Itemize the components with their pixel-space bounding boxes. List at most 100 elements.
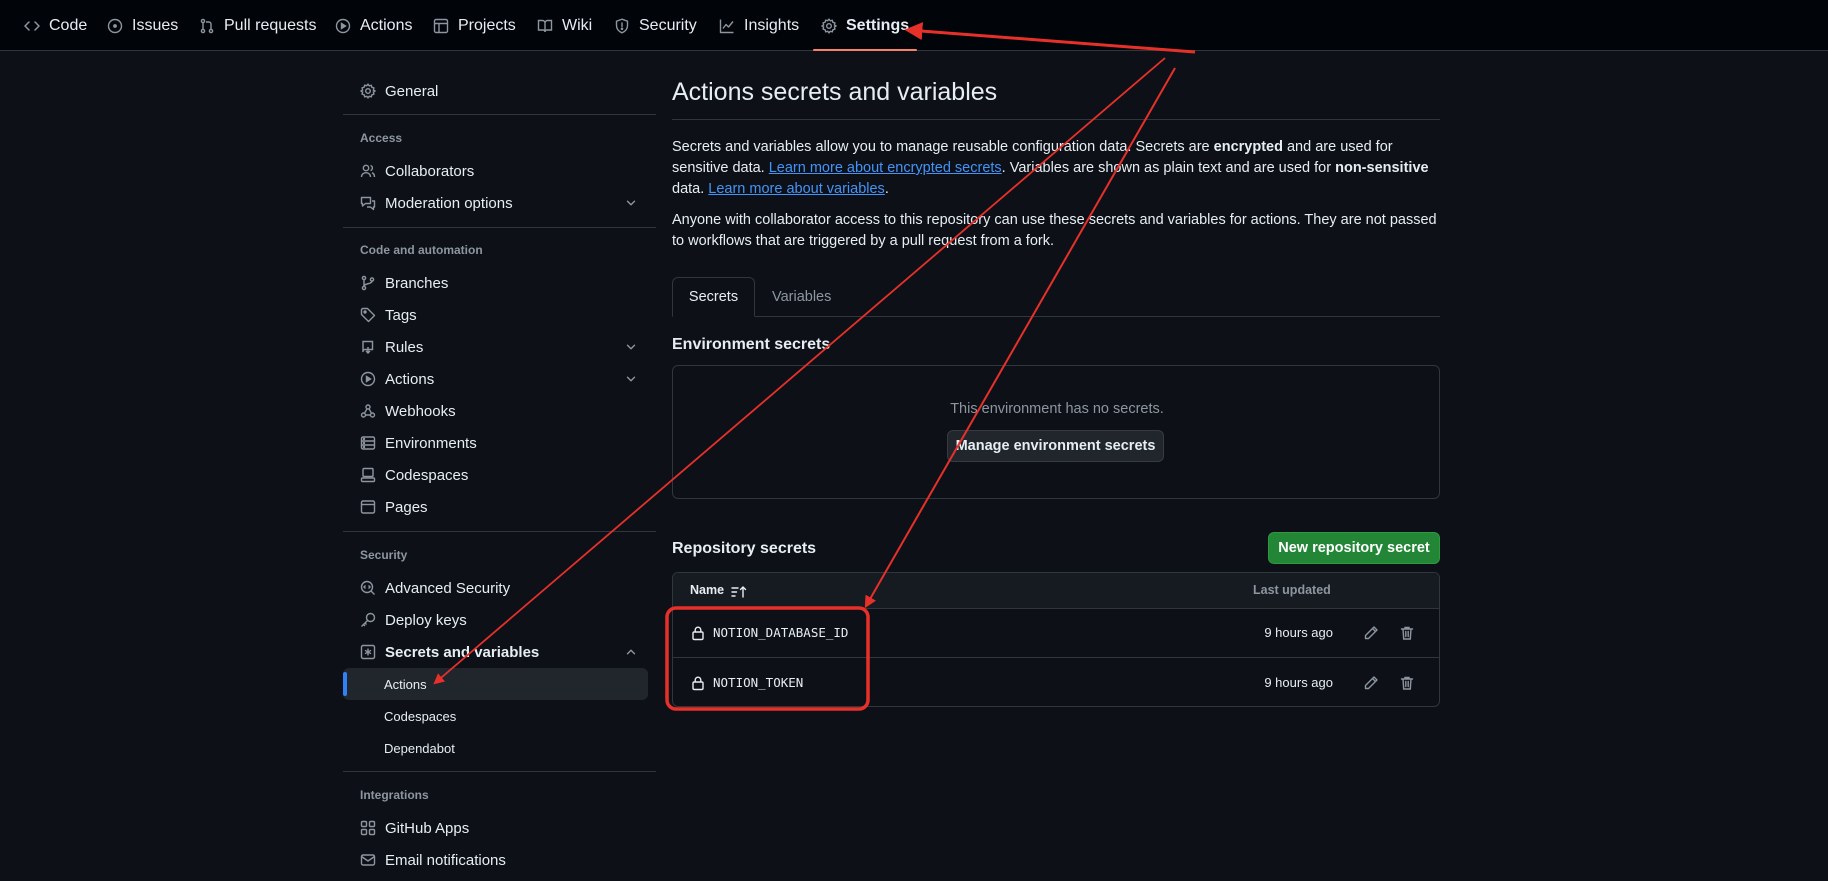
sidebar-item-label: Codespaces: [385, 466, 469, 484]
secret-updated: 9 hours ago: [1264, 625, 1333, 640]
learn-variables-link[interactable]: Learn more about variables: [708, 181, 885, 197]
sidebar-subitem-codespaces[interactable]: Codespaces: [343, 700, 648, 732]
new-repository-secret-button[interactable]: New repository secret: [1268, 532, 1440, 564]
code-icon: [24, 20, 40, 31]
tab-pull-requests[interactable]: Pull requests: [199, 0, 317, 51]
codescan-icon: [360, 580, 375, 595]
tab-projects[interactable]: Projects: [433, 0, 516, 51]
git-branch-icon: [361, 275, 375, 291]
sidebar-item-collaborators[interactable]: Collaborators: [343, 155, 648, 187]
sidebar-subitem-dependabot[interactable]: Dependabot: [343, 732, 648, 764]
sidebar-item-label: Rules: [385, 338, 424, 356]
sidebar-divider: [343, 531, 656, 532]
tab-issues[interactable]: Issues: [107, 0, 178, 51]
trash-icon[interactable]: [1399, 625, 1415, 641]
secret-name: NOTION_DATABASE_ID: [713, 625, 849, 640]
key-icon: [361, 612, 376, 627]
sidebar-heading-integrations: Integrations: [360, 788, 429, 802]
sidebar-item-tags[interactable]: Tags: [343, 299, 648, 331]
graph-icon: [719, 19, 734, 33]
sidebar-heading-security: Security: [360, 548, 408, 562]
sidebar-item-github-apps[interactable]: GitHub Apps: [343, 812, 648, 844]
tab-actions[interactable]: Actions: [335, 0, 412, 51]
tab-code[interactable]: Code: [24, 0, 87, 51]
sidebar-item-pages[interactable]: Pages: [343, 491, 648, 523]
manage-environment-secrets-button[interactable]: Manage environment secrets: [947, 430, 1164, 462]
sidebar-item-branches[interactable]: Branches: [343, 267, 648, 299]
empty-state-text: This environment has no secrets.: [950, 401, 1164, 417]
issue-opened-icon: [107, 18, 123, 33]
sidebar-item-label: Moderation options: [385, 194, 513, 212]
sidebar-item-label: Pages: [385, 498, 428, 516]
sidebar-item-label: Actions: [385, 370, 435, 388]
sidebar-divider: [343, 771, 656, 772]
sidebar-item-label: Secrets and variables: [385, 643, 540, 661]
codespaces-icon: [360, 467, 376, 483]
sidebar-item-secrets-variables[interactable]: Secrets and variables: [343, 636, 648, 668]
shield-icon: [615, 17, 629, 34]
page-title: Actions secrets and variables: [672, 78, 998, 106]
intro-paragraph: Secrets and variables allow you to manag…: [672, 139, 1429, 197]
learn-encrypted-secrets-link[interactable]: Learn more about encrypted secrets: [769, 160, 1002, 176]
repo-push-icon: [362, 340, 374, 354]
environment-secrets-heading: Environment secrets: [672, 336, 831, 353]
trash-icon[interactable]: [1399, 675, 1415, 691]
column-name-header[interactable]: Name: [690, 583, 724, 597]
pencil-icon[interactable]: [1363, 675, 1379, 691]
sidebar-divider: [343, 227, 656, 228]
column-last-updated-header: Last updated: [1253, 583, 1331, 597]
sidebar-heading-access: Access: [360, 131, 403, 145]
sidebar-item-label: Environments: [385, 434, 477, 452]
people-icon: [360, 164, 376, 178]
play-icon: [335, 18, 351, 33]
chevron-down-icon[interactable]: [624, 340, 638, 354]
sidebar-item-label: Collaborators: [385, 162, 475, 180]
tab-secrets[interactable]: Secrets: [672, 277, 755, 317]
chevron-down-icon[interactable]: [624, 372, 638, 386]
tag-icon: [360, 307, 376, 323]
table-header: Name Last updated: [673, 573, 1439, 609]
sidebar-item-email-notifications[interactable]: Email notifications: [343, 844, 648, 876]
sidebar-item-label: GitHub Apps: [385, 819, 470, 837]
environment-secrets-box: This environment has no secrets. Manage …: [672, 365, 1440, 499]
table-row: NOTION_DATABASE_ID 9 hours ago: [673, 609, 1439, 658]
tab-security[interactable]: Security: [614, 0, 697, 51]
mail-icon: [360, 854, 376, 866]
sidebar-subitem-actions[interactable]: Actions: [343, 668, 648, 700]
tab-wiki[interactable]: Wiki: [537, 0, 592, 51]
sidebar-item-rules[interactable]: Rules: [343, 331, 648, 363]
tab-insights[interactable]: Insights: [719, 0, 799, 51]
table-row: NOTION_TOKEN 9 hours ago: [673, 659, 1439, 706]
book-icon: [537, 19, 553, 32]
sidebar-item-general[interactable]: General: [343, 75, 648, 107]
server-icon: [360, 436, 376, 450]
sidebar-item-label: Deploy keys: [385, 611, 467, 629]
tab-variables[interactable]: Variables: [772, 277, 831, 317]
tab-settings[interactable]: Settings: [812, 0, 918, 51]
chevron-up-icon[interactable]: [624, 645, 638, 659]
lock-icon: [692, 676, 704, 691]
sidebar-item-moderation-options[interactable]: Moderation options: [343, 187, 648, 219]
secret-updated: 9 hours ago: [1264, 675, 1333, 690]
secrets-tabs: Secrets Variables: [672, 277, 1440, 317]
sidebar-item-codespaces[interactable]: Codespaces: [343, 459, 648, 491]
browser-icon: [360, 500, 376, 514]
sidebar-item-webhooks[interactable]: Webhooks: [343, 395, 648, 427]
repo-nav: Code Issues Pull requests Actions Projec…: [0, 0, 1828, 51]
gear-icon: [360, 83, 376, 99]
sidebar-item-actions[interactable]: Actions: [343, 363, 648, 395]
sidebar-item-label: Branches: [385, 274, 449, 292]
sidebar-heading-code-automation: Code and automation: [360, 243, 483, 257]
chevron-down-icon[interactable]: [624, 196, 638, 210]
repository-secrets-table: Name Last updated NOTION_DATABASE_ID 9 h…: [672, 572, 1440, 707]
key-asterisk-icon: [360, 644, 376, 660]
pencil-icon[interactable]: [1363, 625, 1379, 641]
sidebar-item-label: Webhooks: [385, 402, 456, 420]
git-pull-request-icon: [200, 18, 214, 33]
sidebar-item-environments[interactable]: Environments: [343, 427, 648, 459]
comment-discussion-icon: [360, 196, 376, 211]
sort-asc-icon[interactable]: [731, 585, 747, 599]
sidebar-item-deploy-keys[interactable]: Deploy keys: [343, 604, 648, 636]
sidebar-item-advanced-security[interactable]: Advanced Security: [343, 572, 648, 604]
tabs-divider: [672, 316, 1440, 317]
